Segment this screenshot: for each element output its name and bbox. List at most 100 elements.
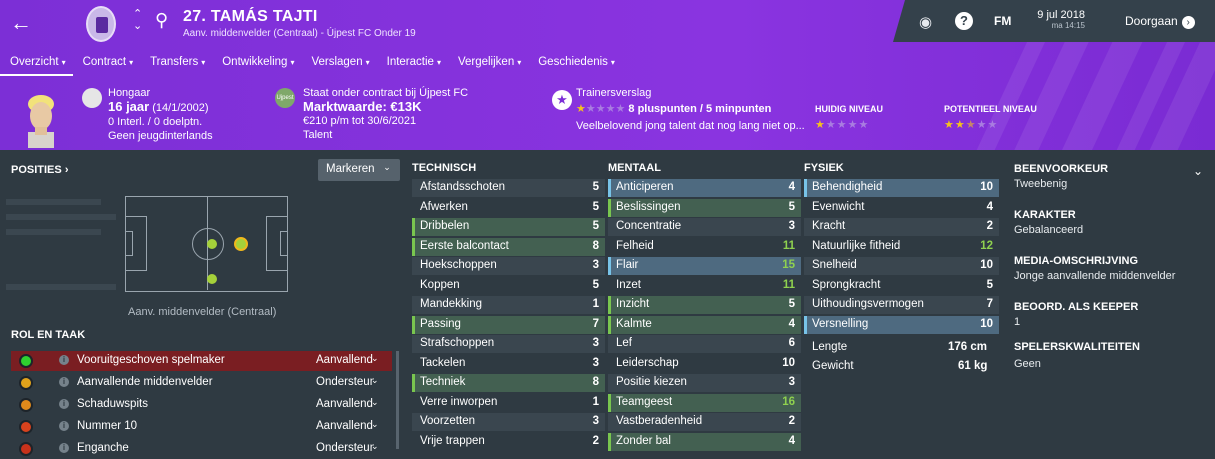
role-row[interactable]: i Aanvallende middenvelder Ondersteunend⌄ xyxy=(11,373,392,393)
attribute-row[interactable]: Hoekschoppen 3 xyxy=(412,257,605,275)
attribute-row[interactable]: Snelheid 10 xyxy=(804,257,999,275)
attribute-row[interactable]: Felheid 11 xyxy=(608,238,801,256)
role-row[interactable]: i Vooruitgeschoven spelmaker Aanvallend ⌄ xyxy=(11,351,392,371)
attribute-name: Felheid xyxy=(616,239,654,252)
attribute-row[interactable]: Concentratie 3 xyxy=(608,218,801,236)
player-nav-tabs: Overzicht ▾ Contract ▾ Transfers ▾ Ontwikkelin… xyxy=(0,50,622,76)
attribute-row[interactable]: Inzicht 5 xyxy=(608,296,801,314)
chevron-down-icon[interactable]: ⌄ xyxy=(371,419,379,430)
attribute-row[interactable]: Afwerken 5 xyxy=(412,199,605,217)
attribute-name: Inzicht xyxy=(616,298,650,310)
attribute-row[interactable]: Inzet 11 xyxy=(608,277,801,295)
search-icon[interactable]: ⚲ xyxy=(155,10,168,31)
tab-transfers[interactable]: Transfers ▾ xyxy=(140,50,212,76)
star-icon: ★ xyxy=(552,90,572,110)
positions-header[interactable]: POSITIES › xyxy=(11,164,68,176)
attribute-row[interactable]: Mandekking 1 xyxy=(412,296,605,314)
attribute-row[interactable]: Vastberadenheid 2 xyxy=(608,413,801,431)
tab-contract[interactable]: Contract ▾ xyxy=(73,50,140,76)
trainer-report-block[interactable]: Trainersverslag ★★★★★ 8 pluspunten / 5 m… xyxy=(576,86,805,133)
info-icon[interactable]: i xyxy=(59,443,69,453)
attribute-row[interactable]: Teamgeest 16 xyxy=(608,393,801,412)
attribute-row[interactable]: Vrije trappen 2 xyxy=(412,433,605,451)
attribute-row[interactable]: Beslissingen 5 xyxy=(608,198,801,217)
tab-overzicht[interactable]: Overzicht ▾ xyxy=(0,50,73,76)
contract-block: Staat onder contract bij Újpest FC Markt… xyxy=(303,86,468,142)
attribute-row[interactable]: Verre inworpen 1 xyxy=(412,394,605,412)
attribute-row[interactable]: Afstandsschoten 5 xyxy=(412,179,605,197)
chevron-down-icon[interactable]: ⌄ xyxy=(371,353,379,364)
info-icon[interactable]: i xyxy=(59,421,69,431)
height-value: 176 cm xyxy=(948,341,988,353)
attribute-row[interactable]: Kracht 2 xyxy=(804,218,999,236)
role-row[interactable]: i Schaduwspits Aanvallend ⌄ xyxy=(11,395,392,415)
tab-verslagen[interactable]: Verslagen ▾ xyxy=(301,50,376,76)
nationality[interactable]: Hongaar xyxy=(108,86,213,100)
info-icon[interactable]: i xyxy=(59,355,69,365)
mark-dropdown[interactable]: Markeren ⌄ xyxy=(318,159,400,181)
help-icon[interactable]: ? xyxy=(955,12,973,30)
attribute-row[interactable]: Kalmte 4 xyxy=(608,315,801,334)
chevron-down-icon[interactable]: ⌄ xyxy=(371,375,379,386)
roles-scrollbar[interactable] xyxy=(396,351,399,449)
attribute-row[interactable]: Positie kiezen 3 xyxy=(608,374,801,392)
duty-select[interactable]: Aanvallend xyxy=(316,420,374,432)
chevron-down-icon[interactable]: ⌄ xyxy=(371,397,379,408)
attribute-value: 5 xyxy=(788,200,795,213)
attribute-row[interactable]: Versnelling 10 xyxy=(804,315,999,334)
globe-icon[interactable]: ◉ xyxy=(919,13,932,31)
player-subtitle[interactable]: Aanv. middenvelder (Centraal) - Újpest F… xyxy=(183,28,416,39)
attribute-row[interactable]: Passing 7 xyxy=(412,315,605,334)
continue-button[interactable]: Doorgaan › xyxy=(1125,14,1195,29)
attribute-name: Sprongkracht xyxy=(812,278,881,291)
attribute-value: 1 xyxy=(592,298,599,310)
tab-geschiedenis[interactable]: Geschiedenis ▾ xyxy=(528,50,622,76)
attribute-row[interactable]: Uithoudingsvermogen 7 xyxy=(804,296,999,314)
attribute-row[interactable]: Koppen 5 xyxy=(412,277,605,295)
attribute-row[interactable]: Dribbelen 5 xyxy=(412,218,605,236)
attribute-value: 16 xyxy=(782,395,795,408)
info-icon[interactable]: i xyxy=(59,399,69,409)
attribute-row[interactable]: Eerste balcontact 8 xyxy=(412,237,605,256)
attribute-name: Koppen xyxy=(420,278,460,291)
chevron-down-icon[interactable]: ⌄ xyxy=(371,441,379,452)
duty-select[interactable]: Ondersteunend xyxy=(316,376,374,388)
tab-interactie[interactable]: Interactie ▾ xyxy=(377,50,448,76)
attribute-row[interactable]: Anticiperen 4 xyxy=(608,179,801,197)
tab-ontwikkeling[interactable]: Ontwikkeling ▾ xyxy=(212,50,301,76)
attribute-row[interactable]: Leiderschap 10 xyxy=(608,355,801,373)
attribute-row[interactable]: Natuurlijke fitheid 12 xyxy=(804,238,999,256)
attribute-row[interactable]: Tackelen 3 xyxy=(412,355,605,373)
attribute-row[interactable]: Behendigheid 10 xyxy=(804,179,999,197)
duty-select[interactable]: Aanvallend xyxy=(316,354,374,366)
attribute-row[interactable]: Voorzetten 3 xyxy=(412,413,605,431)
attribute-row[interactable]: Lef 6 xyxy=(608,335,801,353)
attribute-value: 11 xyxy=(782,239,795,252)
attribute-name: Evenwicht xyxy=(812,200,865,213)
attribute-value: 4 xyxy=(788,181,795,193)
duty-select[interactable]: Ondersteunend xyxy=(316,442,374,454)
prev-next-player-arrows[interactable]: ⌃ ⌄ xyxy=(133,8,142,32)
attribute-name: Teamgeest xyxy=(616,395,673,408)
chevron-down-icon: ▾ xyxy=(517,58,522,67)
attribute-value: 7 xyxy=(986,298,993,310)
tab-vergelijken[interactable]: Vergelijken ▾ xyxy=(448,50,528,76)
role-suitability-icon xyxy=(19,376,33,390)
attribute-value: 3 xyxy=(592,337,599,349)
contract-status[interactable]: Staat onder contract bij Újpest FC xyxy=(303,86,468,100)
role-row[interactable]: i Enganche Ondersteunend⌄ xyxy=(11,439,392,459)
tab-label: Vergelijken xyxy=(457,56,515,68)
back-arrow-icon[interactable]: ← xyxy=(10,10,32,36)
attribute-row[interactable]: Sprongkracht 5 xyxy=(804,277,999,295)
attribute-row[interactable]: Flair 15 xyxy=(608,257,801,275)
info-icon[interactable]: i xyxy=(59,377,69,387)
duty-select[interactable]: Aanvallend xyxy=(316,398,374,410)
collapse-chevron-icon[interactable]: ⌄ xyxy=(1193,164,1203,178)
role-row[interactable]: i Nummer 10 Aanvallend ⌄ xyxy=(11,417,392,437)
attribute-row[interactable]: Techniek 8 xyxy=(412,374,605,392)
attribute-row[interactable]: Evenwicht 4 xyxy=(804,199,999,217)
attribute-row[interactable]: Zonder bal 4 xyxy=(608,432,801,451)
attribute-row[interactable]: Strafschoppen 3 xyxy=(412,335,605,353)
attribute-name: Concentratie xyxy=(616,220,682,232)
fm-menu-button[interactable]: FM xyxy=(994,14,1011,28)
